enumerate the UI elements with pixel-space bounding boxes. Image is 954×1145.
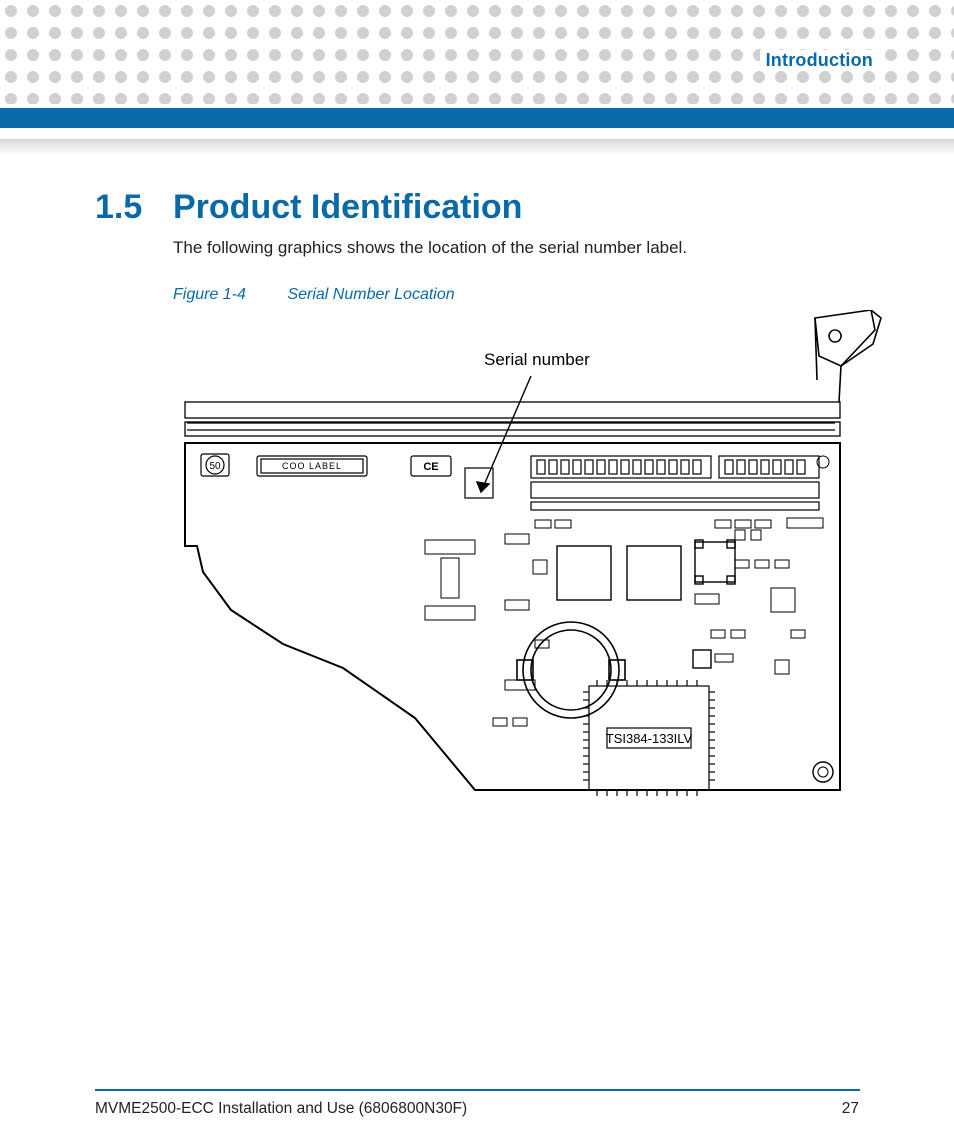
figure-number: Figure 1-4 <box>173 286 283 304</box>
page: Introduction 1.5 Product Identification … <box>0 0 954 1145</box>
section-title: Product Identification <box>173 188 522 227</box>
tsi-chip-icon: TSI384-133ILV <box>583 680 715 796</box>
section-body: The following graphics shows the locatio… <box>173 238 893 258</box>
header-blocks-icon <box>531 456 819 510</box>
figure-title: Serial Number Location <box>287 286 454 303</box>
callout-arrow-icon <box>477 376 531 492</box>
ejector-handle-icon <box>815 310 881 402</box>
footer-divider <box>95 1089 860 1091</box>
section-number: 1.5 <box>95 188 142 227</box>
footer-doc-title: MVME2500-ECC Installation and Use (68068… <box>95 1100 467 1118</box>
header-blue-bar <box>0 108 954 128</box>
small-parts-icon <box>425 518 823 726</box>
figure-caption: Figure 1-4 Serial Number Location <box>173 286 455 304</box>
ce-mark-text: CE <box>423 461 438 473</box>
pcb-outline-icon <box>185 443 840 790</box>
battery-icon <box>517 622 625 718</box>
page-number: 27 <box>842 1100 859 1118</box>
tsi-chip-text: TSI384-133ILV <box>606 731 693 746</box>
figure-illustration: 50 COO LABEL CE <box>175 310 895 820</box>
mounting-hole-icon <box>813 762 833 782</box>
fifty-text: 50 <box>209 461 221 472</box>
header-gradient-bar <box>0 139 954 155</box>
chapter-name: Introduction <box>760 50 879 71</box>
coo-label-text: COO LABEL <box>282 461 342 471</box>
